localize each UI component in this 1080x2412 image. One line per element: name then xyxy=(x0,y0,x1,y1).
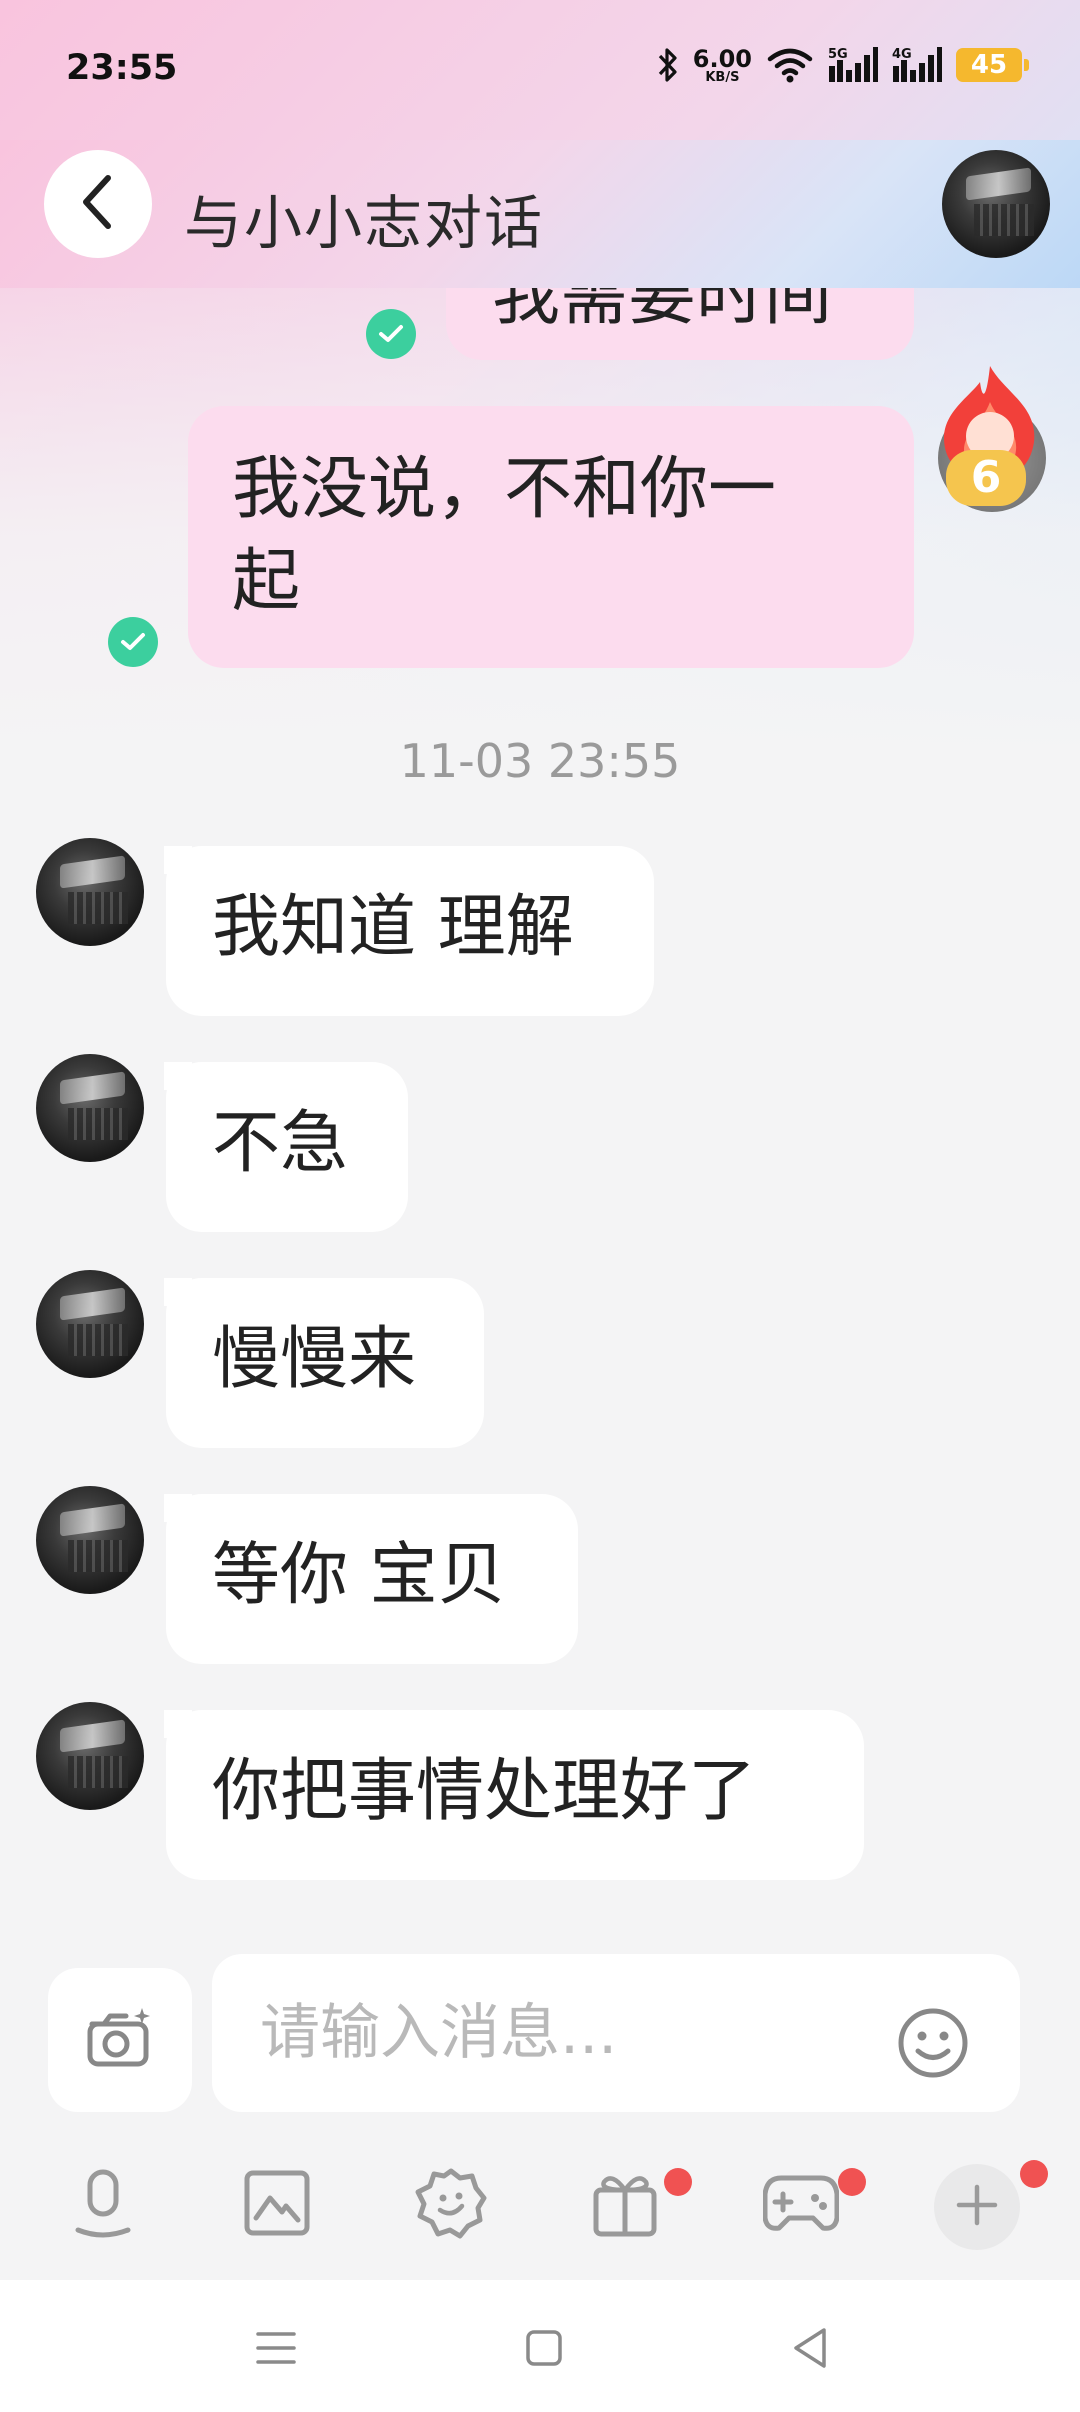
page-title-overlay: 与小小志对话 xyxy=(184,189,545,257)
emoji-button[interactable] xyxy=(896,2006,970,2080)
incoming-message[interactable]: 等你 宝贝 xyxy=(164,1494,578,1664)
chevron-left-icon xyxy=(78,172,118,236)
message-text-line-1: 我没说，不和你一 xyxy=(232,450,777,529)
sender-avatar[interactable] xyxy=(36,1702,144,1810)
gift-button[interactable] xyxy=(580,2150,670,2260)
message-text-line-2: 起 xyxy=(232,542,301,621)
sticker-button[interactable] xyxy=(406,2150,496,2260)
microphone-icon xyxy=(68,2168,138,2242)
streak-count: 6 xyxy=(946,450,1026,506)
incoming-message[interactable]: 不急 xyxy=(164,1062,408,1232)
message-text: 等你 宝贝 xyxy=(212,1536,506,1615)
camera-button[interactable] xyxy=(48,1968,192,2112)
plus-icon xyxy=(955,2183,999,2231)
home-icon xyxy=(524,2328,564,2372)
emoji-icon xyxy=(896,2008,970,2084)
sender-avatar[interactable] xyxy=(36,1054,144,1162)
bluetooth-icon xyxy=(657,47,679,83)
sender-avatar[interactable] xyxy=(36,1270,144,1378)
incoming-message[interactable]: 慢慢来 xyxy=(164,1278,484,1448)
chat-toolbar xyxy=(0,2150,1080,2260)
battery-indicator: 45 xyxy=(956,48,1029,82)
game-button[interactable] xyxy=(756,2150,846,2260)
read-check-icon xyxy=(108,617,158,667)
image-button[interactable] xyxy=(232,2150,322,2260)
voice-button[interactable] xyxy=(58,2150,148,2260)
outgoing-message[interactable]: 我没说，不和你一 起 xyxy=(188,406,914,668)
gift-notification-dot xyxy=(664,2168,692,2196)
nav-home-button[interactable] xyxy=(504,2310,584,2390)
signal-4g-icon: 4G xyxy=(892,46,942,84)
signal-5g-icon: 5G xyxy=(828,46,878,84)
message-timestamp: 11-03 23:55 xyxy=(399,734,681,788)
game-icon xyxy=(762,2172,840,2238)
sticker-icon xyxy=(414,2166,488,2244)
message-text: 我知道 理解 xyxy=(212,888,574,967)
back-triangle-icon xyxy=(790,2326,830,2374)
sender-avatar[interactable] xyxy=(36,838,144,946)
back-button-overlay[interactable] xyxy=(44,150,152,258)
sender-avatar[interactable] xyxy=(36,1486,144,1594)
signal-4g-label: 4G xyxy=(892,47,912,62)
image-icon xyxy=(242,2168,312,2242)
message-text: 不急 xyxy=(212,1104,349,1183)
nav-back-button[interactable] xyxy=(770,2310,850,2390)
message-text: 我需要时间 xyxy=(492,256,833,335)
status-bar: 23:55 6.00 KB/S 5G 4G 45 xyxy=(0,0,1080,140)
nav-menu-button[interactable] xyxy=(236,2310,316,2390)
game-notification-dot xyxy=(838,2168,866,2196)
wifi-icon xyxy=(766,47,814,83)
network-speed-value: 6.00 xyxy=(692,44,752,73)
incoming-message[interactable]: 我知道 理解 xyxy=(164,846,654,1016)
battery-level: 45 xyxy=(970,50,1008,80)
message-text: 慢慢来 xyxy=(212,1320,417,1399)
contact-avatar-overlay[interactable] xyxy=(942,150,1050,258)
incoming-message[interactable]: 你把事情处理好了 xyxy=(164,1710,864,1880)
network-speed: 6.00 KB/S xyxy=(693,47,752,84)
system-nav-bar xyxy=(0,2280,1080,2412)
read-check-icon xyxy=(366,309,416,359)
camera-icon xyxy=(84,2006,156,2074)
more-button[interactable] xyxy=(934,2164,1020,2250)
status-time: 23:55 xyxy=(66,48,178,88)
message-text: 你把事情处理好了 xyxy=(212,1752,757,1831)
menu-icon xyxy=(254,2328,298,2372)
signal-5g-label: 5G xyxy=(828,47,848,62)
more-notification-dot xyxy=(1020,2160,1048,2188)
status-icons: 6.00 KB/S 5G 4G 45 xyxy=(657,46,1029,84)
gift-icon xyxy=(590,2168,660,2242)
network-speed-unit: KB/S xyxy=(705,69,740,85)
